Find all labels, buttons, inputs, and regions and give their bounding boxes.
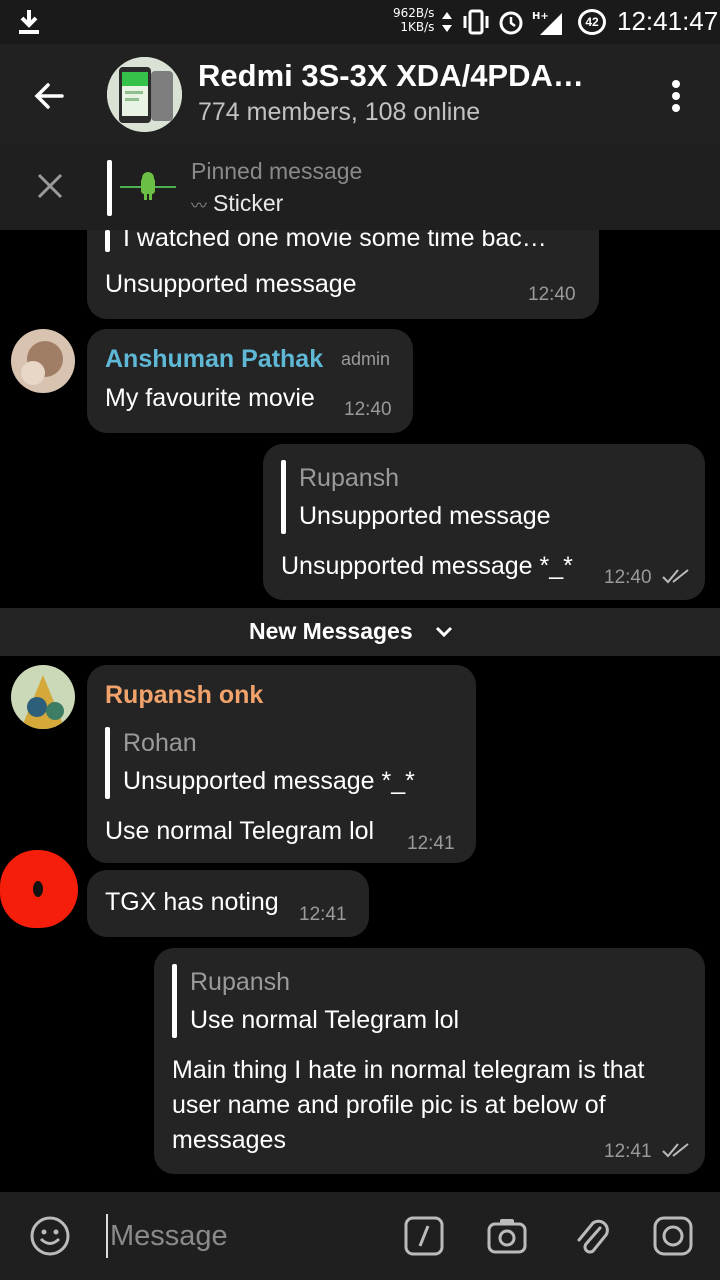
reply-text: Use normal Telegram lol [190, 1006, 460, 1034]
vibrate-icon [463, 9, 489, 35]
message-text: Unsupported message [105, 270, 357, 298]
paperclip-icon[interactable] [570, 1214, 614, 1258]
pinned-preview: 〰 Sticker [191, 190, 283, 217]
message-input[interactable] [110, 1216, 380, 1256]
reply-accent-bar [105, 230, 110, 252]
message-bubble[interactable]: Anshuman Pathak admin My favourite movie… [87, 329, 413, 433]
message-bubble-outgoing[interactable]: Rupansh Use normal Telegram lol Main thi… [154, 948, 705, 1174]
admin-badge: admin [341, 349, 391, 369]
double-check-icon [662, 569, 689, 584]
status-icons: H+ [440, 8, 564, 36]
slash-command-icon[interactable] [402, 1214, 446, 1258]
emoji-icon[interactable] [28, 1214, 72, 1258]
phone-image-icon [107, 57, 182, 132]
pinned-title: Pinned message [191, 158, 363, 184]
download-icon [19, 10, 39, 34]
reply-author: Rupansh [299, 464, 400, 492]
reply-text: I watched one movie some time bac… [123, 230, 547, 252]
sender-name[interactable]: Anshuman Pathak [105, 345, 323, 374]
net-speed-down: 962B/s [393, 6, 435, 20]
message-bubble[interactable]: I watched one movie some time bac… Unsup… [87, 230, 599, 319]
message-bubble-outgoing[interactable]: Rupansh Unsupported message Unsupported … [263, 444, 705, 600]
message-text: TGX has noting [105, 888, 279, 916]
more-vert-icon[interactable] [664, 74, 688, 118]
group-avatar[interactable] [107, 57, 182, 132]
reply-author: Rohan [123, 729, 197, 757]
chat-title[interactable]: Redmi 3S-3X XDA/4PDA… [198, 58, 584, 94]
signal-icon: H+ [532, 11, 562, 35]
message-composer [0, 1192, 720, 1280]
svg-text:H+: H+ [532, 11, 549, 22]
clock: 12:41:47 [617, 6, 719, 36]
status-bar: 962B/s 1KB/s H+ 42 12:41:47 [0, 0, 720, 44]
new-messages-label: New Messages [249, 618, 413, 644]
message-time: 12:40 [604, 567, 652, 588]
reply-author: Rupansh [190, 968, 291, 996]
avatar[interactable] [11, 329, 75, 393]
message-time: 12:41 [407, 833, 455, 854]
message-time: 12:41 [604, 1141, 652, 1162]
data-arrows-icon [442, 12, 452, 32]
pinned-text: Sticker [213, 190, 284, 216]
android-sticker-icon [120, 172, 176, 200]
avatar[interactable] [11, 665, 75, 729]
double-check-icon [662, 1143, 689, 1158]
message-time: 12:40 [528, 284, 576, 305]
chat-members-count: 774 members, 108 online [198, 98, 481, 126]
reply-accent-bar [281, 460, 286, 534]
text-cursor [106, 1214, 108, 1258]
message-bubble[interactable]: TGX has noting 12:41 [87, 870, 369, 937]
alarm-icon [499, 11, 523, 35]
message-list[interactable]: I watched one movie some time bac… Unsup… [0, 230, 720, 1192]
chevron-down-icon [435, 626, 453, 638]
sender-name[interactable]: Rupansh onk [105, 681, 263, 710]
close-icon[interactable] [28, 164, 72, 208]
message-text-line: user name and profile pic is at below of [172, 1091, 606, 1119]
chat-header: Redmi 3S-3X XDA/4PDA… 774 members, 108 o… [0, 44, 720, 144]
message-text: Unsupported message *_* [281, 552, 573, 580]
back-arrow-icon[interactable] [28, 74, 72, 118]
net-speed-up: 1KB/s [400, 20, 435, 34]
reply-accent-bar [105, 727, 110, 799]
video-message-icon[interactable] [651, 1214, 695, 1258]
battery-indicator: 42 [578, 9, 606, 35]
pinned-message-bar[interactable]: Pinned message 〰 Sticker [0, 144, 720, 230]
avatar[interactable] [0, 850, 78, 928]
message-time: 12:41 [299, 904, 347, 925]
pinned-accent-bar [107, 160, 112, 216]
sticker-wave-icon: 〰 [191, 197, 208, 215]
message-text-line: messages [172, 1126, 286, 1154]
message-text: Use normal Telegram lol [105, 817, 375, 845]
message-bubble[interactable]: Rupansh onk Rohan Unsupported message *_… [87, 665, 476, 863]
new-messages-divider[interactable]: New Messages [0, 608, 720, 656]
camera-icon[interactable] [485, 1214, 529, 1258]
message-text-line: Main thing I hate in normal telegram is … [172, 1056, 645, 1084]
message-text: My favourite movie [105, 384, 315, 412]
reply-text: Unsupported message *_* [123, 767, 415, 795]
reply-text: Unsupported message [299, 502, 551, 530]
net-speed: 962B/s 1KB/s [393, 6, 434, 34]
message-time: 12:40 [344, 399, 392, 420]
reply-accent-bar [172, 964, 177, 1038]
